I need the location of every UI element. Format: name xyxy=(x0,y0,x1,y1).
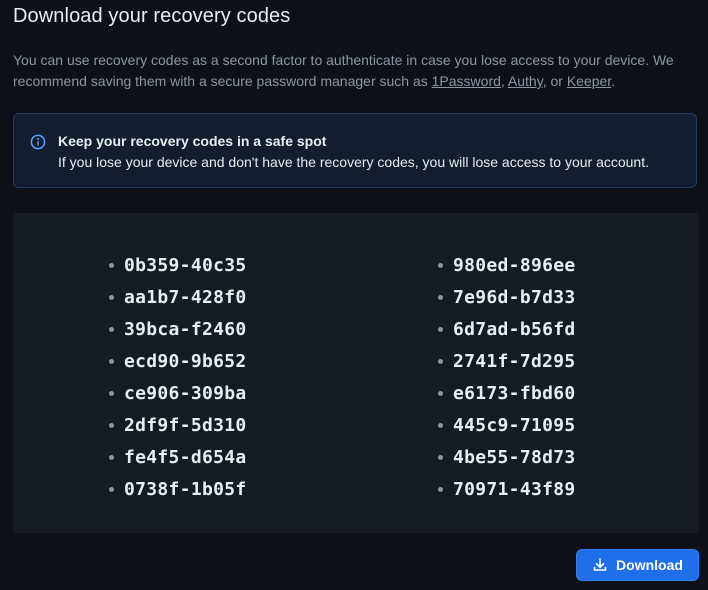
bullet-icon xyxy=(109,454,114,460)
recovery-code: 6d7ad-b56fd xyxy=(438,313,576,345)
description-separator: , xyxy=(500,73,508,89)
bullet-icon xyxy=(438,390,443,396)
recovery-code-value: 70971-43f89 xyxy=(453,478,576,500)
recovery-code-value: ce906-309ba xyxy=(124,382,247,404)
recovery-code: 7e96d-b7d33 xyxy=(438,281,576,313)
recovery-code-value: 4be55-78d73 xyxy=(453,446,576,468)
bullet-icon xyxy=(438,422,443,428)
recovery-code: 445c9-71095 xyxy=(438,409,576,441)
recovery-code: e6173-fbd60 xyxy=(438,377,576,409)
recovery-code: 2df9f-5d310 xyxy=(109,409,247,441)
page-title: Download your recovery codes xyxy=(13,5,291,27)
bullet-icon xyxy=(438,262,443,268)
bullet-icon xyxy=(109,294,114,300)
recovery-code-value: 6d7ad-b56fd xyxy=(453,318,576,340)
recovery-code: ce906-309ba xyxy=(109,377,247,409)
download-button[interactable]: Download xyxy=(576,549,699,581)
recovery-codes-right-column: 980ed-896ee 7e96d-b7d33 6d7ad-b56fd 2741… xyxy=(438,249,576,505)
bullet-icon xyxy=(109,326,114,332)
download-icon xyxy=(593,558,607,571)
recovery-code-value: 39bca-f2460 xyxy=(124,318,247,340)
bullet-icon xyxy=(438,294,443,300)
link-1password[interactable]: 1Password xyxy=(432,73,501,89)
recovery-code: 0b359-40c35 xyxy=(109,249,247,281)
bullet-icon xyxy=(438,454,443,460)
recovery-code-value: 2df9f-5d310 xyxy=(124,414,247,436)
bullet-icon xyxy=(109,390,114,396)
recovery-code-value: 7e96d-b7d33 xyxy=(453,286,576,308)
notice-body: If you lose your device and don't have t… xyxy=(58,154,649,170)
recovery-code: 4be55-78d73 xyxy=(438,441,576,473)
bullet-icon xyxy=(109,486,114,492)
recovery-code-value: 445c9-71095 xyxy=(453,414,576,436)
recovery-code-value: 0b359-40c35 xyxy=(124,254,247,276)
recovery-code: fe4f5-d654a xyxy=(109,441,247,473)
recovery-code: 39bca-f2460 xyxy=(109,313,247,345)
recovery-code: 0738f-1b05f xyxy=(109,473,247,505)
recovery-code: ecd90-9b652 xyxy=(109,345,247,377)
recovery-code: 2741f-7d295 xyxy=(438,345,576,377)
notice-title: Keep your recovery codes in a safe spot xyxy=(58,133,327,149)
bullet-icon xyxy=(109,262,114,268)
recovery-code-value: 2741f-7d295 xyxy=(453,350,576,372)
recovery-code-value: 0738f-1b05f xyxy=(124,478,247,500)
safe-spot-notice: Keep your recovery codes in a safe spot … xyxy=(13,113,697,188)
recovery-code-value: 980ed-896ee xyxy=(453,254,576,276)
bullet-icon xyxy=(109,358,114,364)
description-end: . xyxy=(611,73,616,89)
bullet-icon xyxy=(109,422,114,428)
bullet-icon xyxy=(438,358,443,364)
recovery-code: aa1b7-428f0 xyxy=(109,281,247,313)
recovery-codes-panel: 0b359-40c35 aa1b7-428f0 39bca-f2460 ecd9… xyxy=(13,213,699,533)
recovery-code-value: e6173-fbd60 xyxy=(453,382,576,404)
link-authy[interactable]: Authy xyxy=(508,73,543,89)
bullet-icon xyxy=(438,326,443,332)
info-icon xyxy=(30,134,46,150)
description-separator: , or xyxy=(542,73,567,89)
bullet-icon xyxy=(438,486,443,492)
description-text: You can use recovery codes as a second f… xyxy=(13,50,693,92)
recovery-codes-left-column: 0b359-40c35 aa1b7-428f0 39bca-f2460 ecd9… xyxy=(109,249,247,505)
recovery-code-value: aa1b7-428f0 xyxy=(124,286,247,308)
download-button-label: Download xyxy=(616,557,683,573)
recovery-code-value: ecd90-9b652 xyxy=(124,350,247,372)
link-keeper[interactable]: Keeper xyxy=(567,73,611,89)
recovery-code-value: fe4f5-d654a xyxy=(124,446,247,468)
recovery-code: 70971-43f89 xyxy=(438,473,576,505)
recovery-code: 980ed-896ee xyxy=(438,249,576,281)
recovery-codes-page: Download your recovery codes You can use… xyxy=(0,0,708,590)
